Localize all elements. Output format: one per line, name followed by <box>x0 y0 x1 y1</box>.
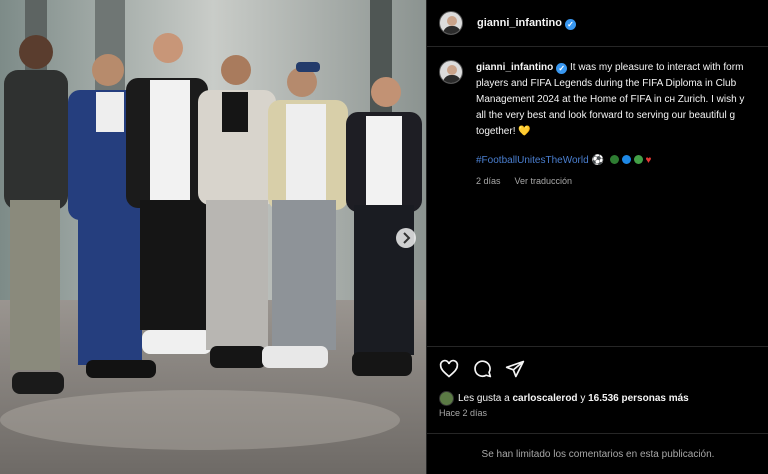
verified-icon: ✓ <box>556 63 568 74</box>
caption-avatar[interactable] <box>439 60 463 84</box>
post-photo <box>0 0 426 474</box>
caption-time: 2 días <box>476 176 501 186</box>
liker-avatar[interactable] <box>439 391 454 406</box>
likes-summary: Les gusta a carloscalerod y 16.536 perso… <box>439 391 689 406</box>
hashtag-link[interactable]: #FootballUnitesTheWorld <box>476 155 589 166</box>
likes-count[interactable]: 16.536 personas más <box>588 393 689 404</box>
avatar[interactable] <box>439 11 463 35</box>
caption-meta: 2 días Ver traducción <box>476 173 768 189</box>
post-panel: gianni_infantino ✓ gianni_infantino ✓ It w… <box>426 0 768 474</box>
caption-line-5: together! 💛 <box>476 126 531 137</box>
comment-icon[interactable] <box>472 359 492 379</box>
likes-mid: y <box>580 393 586 404</box>
share-icon[interactable] <box>505 359 525 379</box>
caption-username[interactable]: gianni_infantino <box>476 62 553 73</box>
caption-line-4: all the very best and look forward to se… <box>476 110 736 121</box>
translate-link[interactable]: Ver traducción <box>515 176 573 186</box>
heart-icon[interactable] <box>439 359 459 379</box>
actions-bar: Les gusta a carloscalerod y 16.536 perso… <box>427 346 768 442</box>
post-caption: gianni_infantino ✓ It was my pleasure to … <box>439 60 768 189</box>
group-photo-illustration <box>0 0 426 474</box>
globe-icon-1 <box>609 155 619 164</box>
caption-line-2: players and FIFA Legends during the FIFA… <box>476 78 737 89</box>
heart-emoji: ♥ <box>645 155 652 166</box>
football-emoji: ⚽ <box>591 155 604 166</box>
hashtag-line: #FootballUnitesTheWorld ⚽ ♥ <box>476 153 768 169</box>
caption-text: gianni_infantino ✓ It was my pleasure to … <box>476 60 768 189</box>
globe-icon-3 <box>633 155 643 164</box>
post-header: gianni_infantino ✓ <box>427 0 768 47</box>
caption-line-3: Management 2024 at the Home of FIFA in ᴄ… <box>476 94 745 105</box>
action-icons <box>439 359 525 379</box>
next-arrow-icon <box>403 232 411 244</box>
verified-icon: ✓ <box>564 18 576 30</box>
username-text: gianni_infantino <box>477 16 562 29</box>
next-photo-button[interactable] <box>396 228 416 248</box>
likes-prefix: Les gusta a <box>458 393 510 404</box>
likes-user[interactable]: carloscalerod <box>513 393 578 404</box>
globe-icon-2 <box>621 155 631 164</box>
comments-limited-notice: Se han limitado los comentarios en esta … <box>427 433 768 474</box>
post-time: Hace 2 días <box>439 408 488 418</box>
caption-line-1: It was my pleasure to interact with form <box>570 62 744 73</box>
username[interactable]: gianni_infantino ✓ <box>477 17 576 30</box>
